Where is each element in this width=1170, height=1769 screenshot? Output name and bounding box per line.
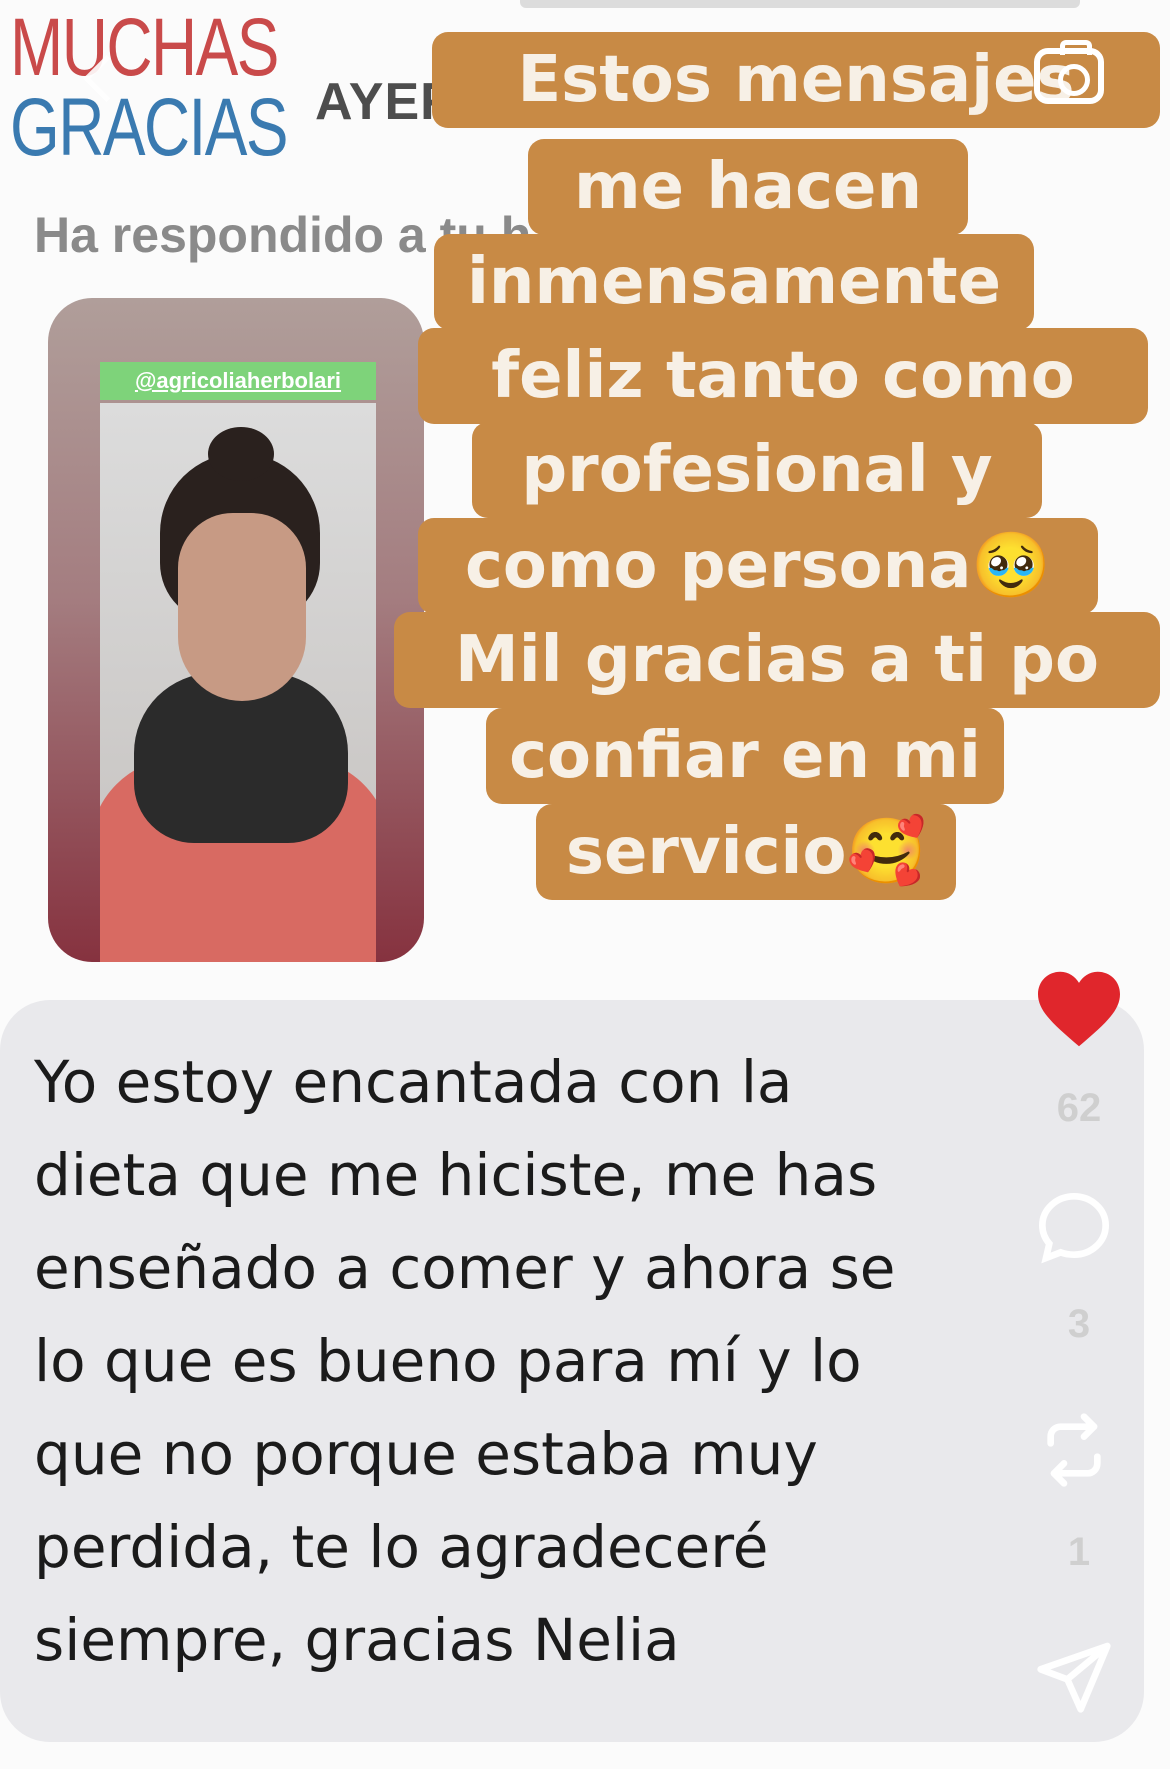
caption-line-2: me hacen: [528, 139, 968, 235]
caption-line-5: profesional y: [472, 422, 1042, 518]
logo-line-2: GRACIAS: [10, 82, 289, 174]
caption-line-6: como persona🥹: [418, 518, 1098, 614]
comment-icon[interactable]: [1034, 1188, 1114, 1268]
caption-line-8: confiar en mi: [486, 708, 1004, 804]
top-scroll-strip: [520, 0, 1080, 8]
message-text: Yo estoy encantada con la dieta que me h…: [34, 1048, 896, 1674]
muchas-gracias-logo: MUCHAS GRACIAS: [10, 2, 365, 174]
camera-icon[interactable]: [1034, 40, 1104, 104]
caption-line-7: Mil gracias a ti po: [394, 612, 1160, 708]
story-person-photo: [100, 403, 376, 962]
repost-icon[interactable]: [1034, 1410, 1114, 1490]
logo-line-1: MUCHAS: [10, 2, 279, 93]
story-canvas: MUCHAS GRACIAS AYER Ha respondido a tu h…: [0, 0, 1170, 1769]
caption-line-3: inmensamente: [434, 234, 1034, 330]
repost-count: 1: [1067, 1530, 1091, 1574]
story-mention-tag: @agricoliaherbolari: [100, 362, 376, 400]
send-icon[interactable]: [1034, 1636, 1114, 1716]
like-count: 62: [1056, 1086, 1102, 1130]
caption-line-9: servicio🥰: [536, 804, 956, 900]
heart-icon[interactable]: [1034, 968, 1124, 1050]
caption-line-4: feliz tanto como: [418, 328, 1148, 424]
comment-count: 3: [1067, 1302, 1091, 1346]
replied-story-thumbnail[interactable]: @agricoliaherbolari 👍🏻: [48, 298, 424, 962]
